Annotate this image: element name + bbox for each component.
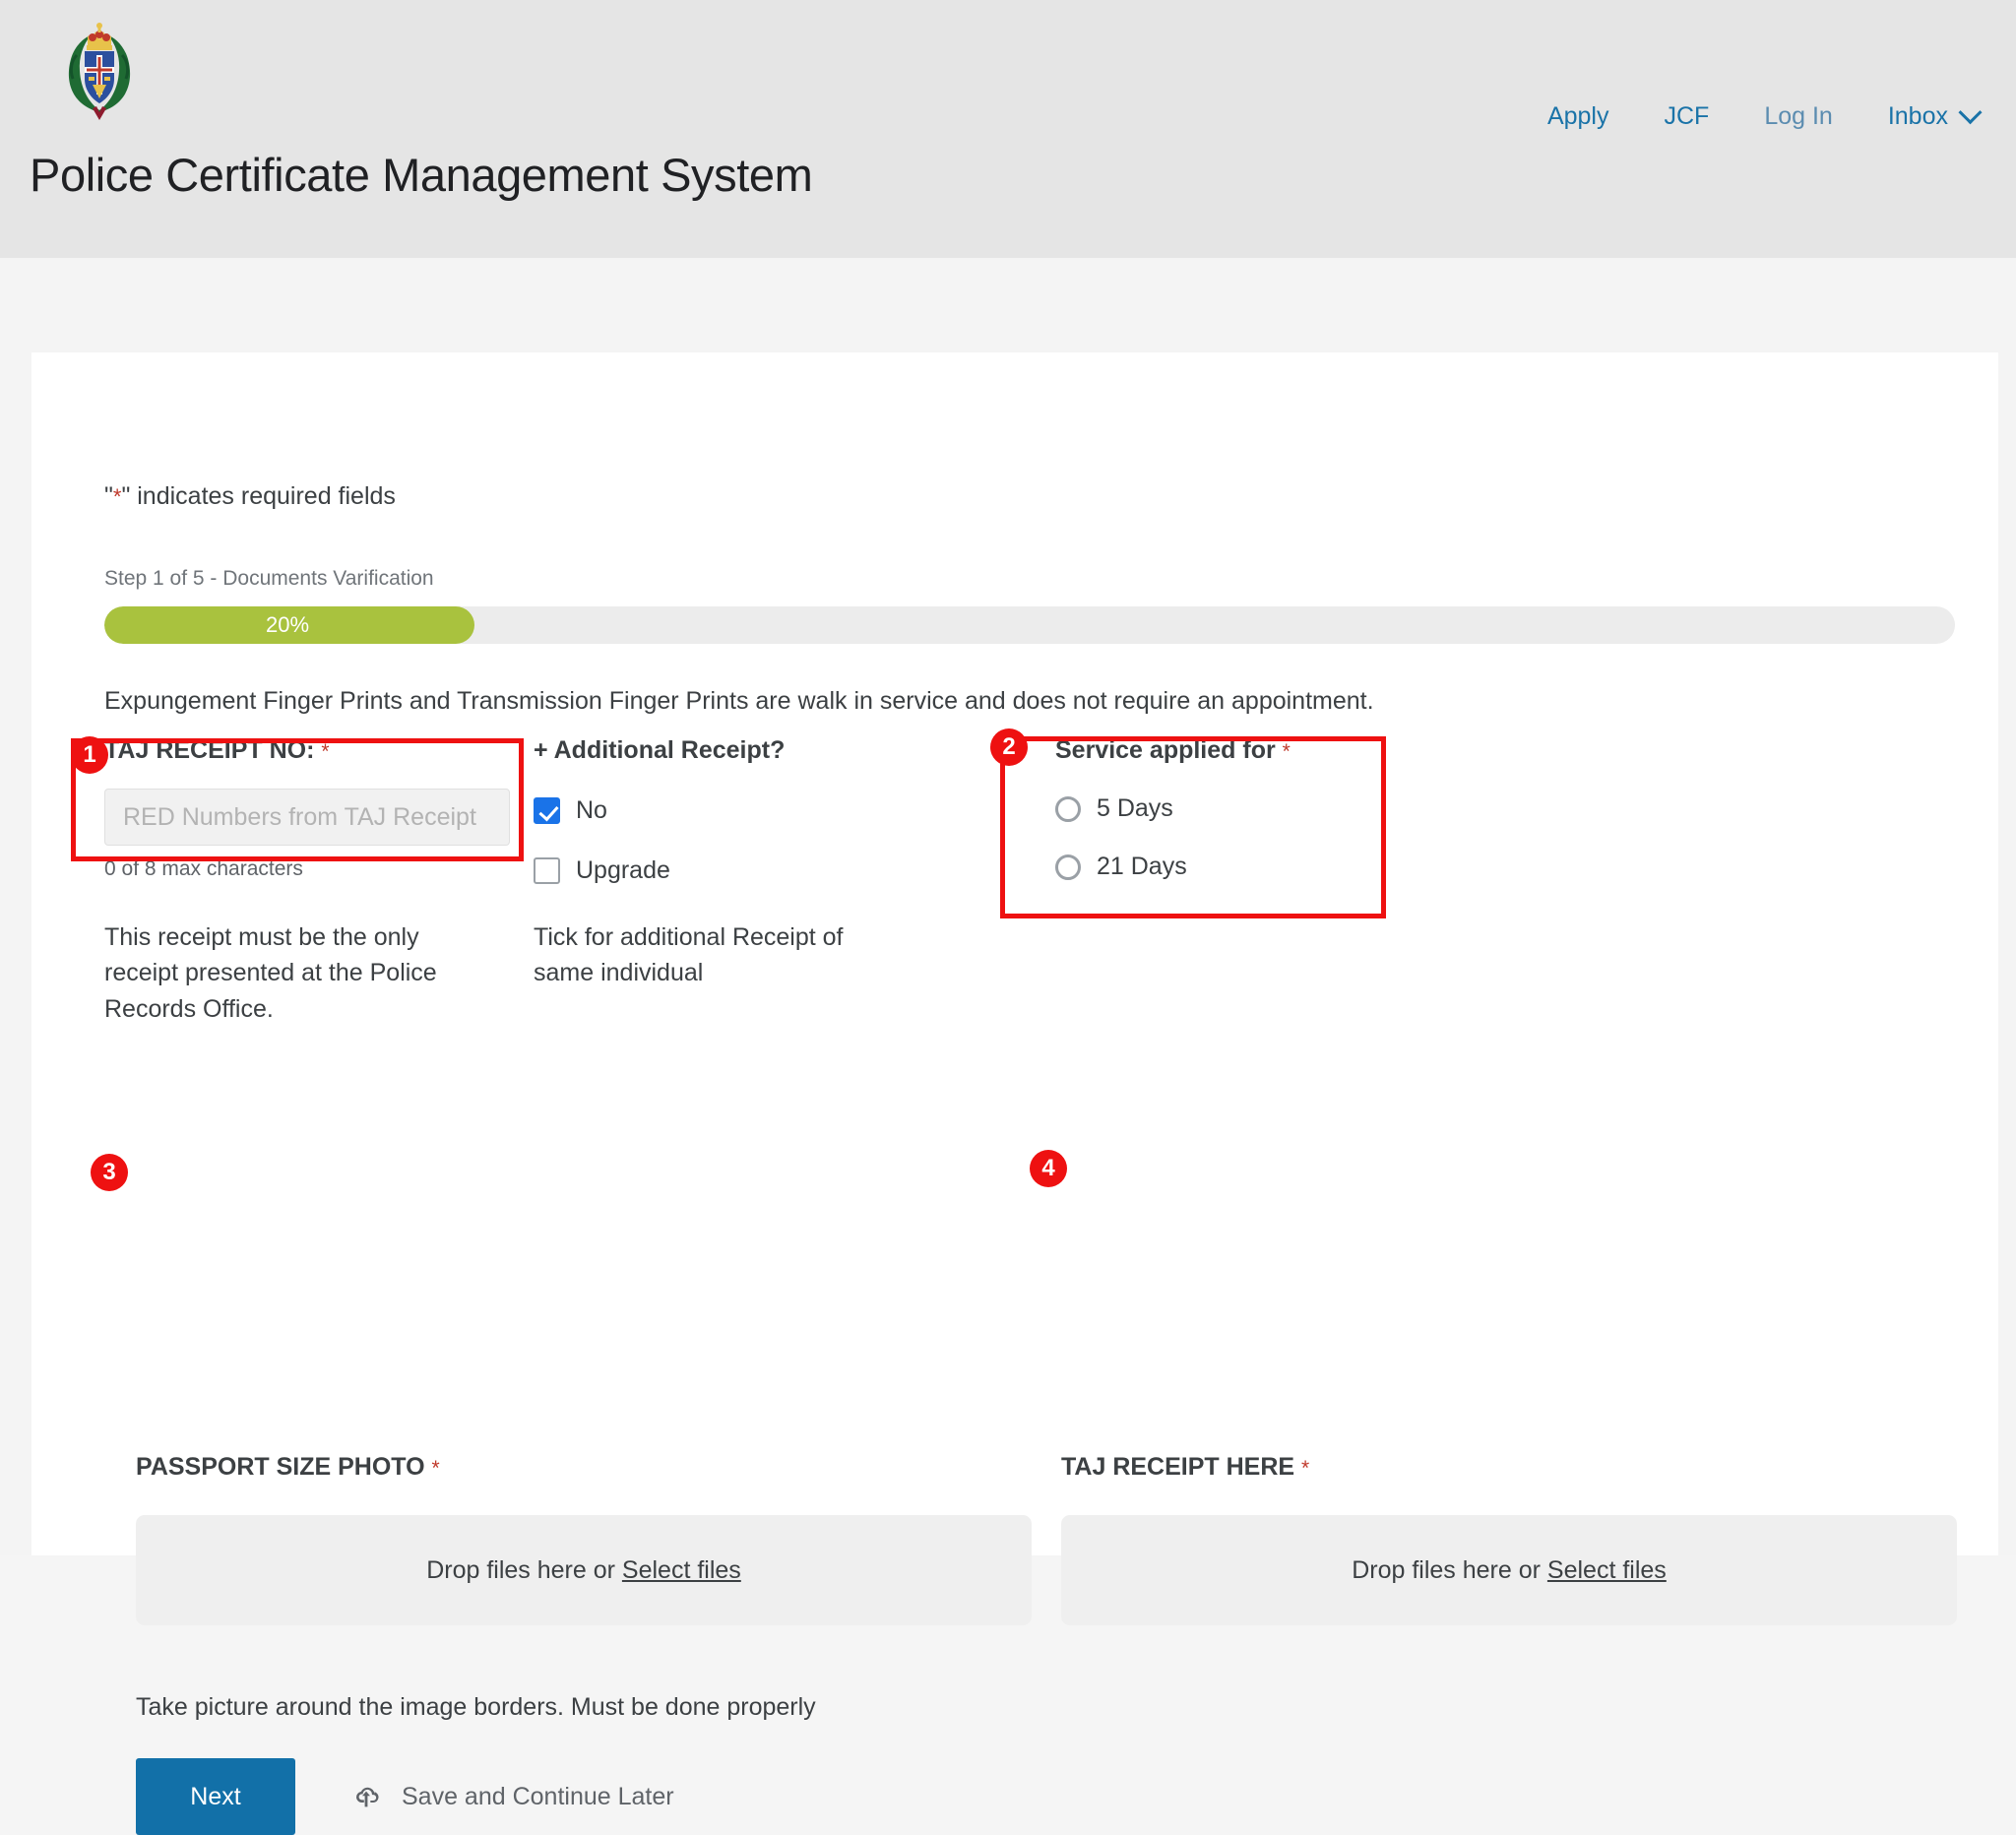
service-option-5-days-label: 5 Days (1097, 794, 1173, 822)
checkbox-checked-icon (534, 797, 560, 824)
taj-receipt-upload: TAJ RECEIPT HERE * Drop files here or Se… (1061, 1453, 1957, 1625)
next-button[interactable]: Next (136, 1758, 295, 1835)
form-actions: Next Save and Continue Later (136, 1758, 674, 1835)
taj-receipt-upload-label: TAJ RECEIPT HERE * (1061, 1453, 1957, 1482)
taj-receipt-drop-prefix: Drop files here or (1352, 1555, 1547, 1584)
chevron-down-icon (1958, 100, 1983, 125)
nav-link-login[interactable]: Log In (1764, 102, 1833, 131)
required-asterisk: * (431, 1457, 440, 1480)
required-asterisk: * (1282, 740, 1291, 763)
page-title: Police Certificate Management System (30, 149, 813, 201)
service-option-5-days[interactable]: 5 Days (1055, 794, 1419, 823)
additional-receipt-group: + Additional Receipt? No Upgrade Tick fo… (534, 736, 957, 986)
cloud-upload-icon (356, 1787, 379, 1807)
nav-link-inbox[interactable]: Inbox (1887, 100, 1983, 131)
progress-bar: 20% (104, 606, 1955, 644)
walk-in-service-notice: Expungement Finger Prints and Transmissi… (104, 687, 1374, 715)
taj-receipt-char-count: 0 of 8 max characters (104, 857, 303, 880)
passport-photo-dropzone[interactable]: Drop files here or Select files (136, 1515, 1032, 1625)
save-and-continue-later-link[interactable]: Save and Continue Later (350, 1781, 674, 1812)
application-form-card: "*" indicates required fields Step 1 of … (32, 352, 1998, 1835)
taj-receipt-drop-text: Drop files here or Select files (1352, 1556, 1667, 1585)
taj-receipt-help-text: This receipt must be the only receipt pr… (104, 923, 437, 1023)
additional-receipt-option-no-label: No (576, 796, 607, 824)
radio-unselected-icon (1055, 854, 1081, 880)
checkbox-unchecked-icon (534, 857, 560, 884)
service-applied-label-text: Service applied for (1055, 736, 1276, 764)
additional-receipt-label: + Additional Receipt? (534, 736, 786, 764)
save-and-continue-later-label: Save and Continue Later (402, 1782, 674, 1810)
required-fields-note: "*" indicates required fields (104, 482, 396, 511)
taj-receipt-select-files-link[interactable]: Select files (1547, 1556, 1667, 1584)
service-applied-label: Service applied for * (1055, 736, 1419, 765)
additional-receipt-option-no[interactable]: No (534, 796, 957, 825)
taj-receipt-dropzone[interactable]: Drop files here or Select files (1061, 1515, 1957, 1625)
required-note-post: " indicates required fields (121, 482, 396, 510)
taj-receipt-upload-label-text: TAJ RECEIPT HERE (1061, 1453, 1295, 1481)
additional-receipt-option-upgrade[interactable]: Upgrade (534, 856, 957, 885)
required-asterisk: * (321, 740, 330, 763)
passport-photo-label-text: PASSPORT SIZE PHOTO (136, 1453, 425, 1481)
nav-link-apply[interactable]: Apply (1547, 102, 1609, 131)
service-applied-group: Service applied for * 5 Days 21 Days (1055, 736, 1419, 881)
site-header: Police Certificate Management System App… (0, 0, 2016, 258)
taj-receipt-label-text: TAJ RECEIPT NO: (104, 736, 315, 764)
nav-link-inbox-label: Inbox (1887, 102, 1948, 130)
nav-link-jcf[interactable]: JCF (1664, 102, 1709, 131)
service-option-21-days-label: 21 Days (1097, 853, 1187, 880)
jamaica-constabulary-force-crest-icon (68, 23, 131, 120)
taj-receipt-input[interactable] (104, 789, 510, 846)
service-option-21-days[interactable]: 21 Days (1055, 853, 1419, 881)
passport-photo-select-files-link[interactable]: Select files (622, 1556, 741, 1584)
taj-receipt-label: TAJ RECEIPT NO: * (104, 736, 537, 765)
progress-bar-fill: 20% (104, 606, 474, 644)
main-navigation: Apply JCF Log In Inbox (1547, 100, 1983, 131)
annotation-badge-1: 1 (71, 736, 108, 774)
progress-percent-label: 20% (265, 612, 310, 637)
additional-receipt-option-upgrade-label: Upgrade (576, 856, 670, 884)
required-note-pre: " (104, 482, 113, 510)
taj-receipt-field: TAJ RECEIPT NO: * 0 of 8 max characters … (104, 736, 537, 1023)
passport-photo-upload: PASSPORT SIZE PHOTO * Drop files here or… (136, 1453, 1032, 1625)
additional-receipt-help-text: Tick for additional Receipt of same indi… (534, 923, 844, 987)
radio-unselected-icon (1055, 795, 1081, 822)
passport-photo-label: PASSPORT SIZE PHOTO * (136, 1453, 1032, 1482)
annotation-badge-4: 4 (1030, 1150, 1067, 1187)
passport-photo-drop-text: Drop files here or Select files (426, 1556, 741, 1585)
annotation-badge-2: 2 (990, 728, 1028, 766)
image-borders-note: Take picture around the image borders. M… (136, 1693, 816, 1721)
step-indicator-label: Step 1 of 5 - Documents Varification (104, 567, 434, 590)
required-asterisk: * (1301, 1457, 1310, 1480)
passport-photo-drop-prefix: Drop files here or (426, 1555, 622, 1584)
annotation-badge-3: 3 (91, 1154, 128, 1191)
